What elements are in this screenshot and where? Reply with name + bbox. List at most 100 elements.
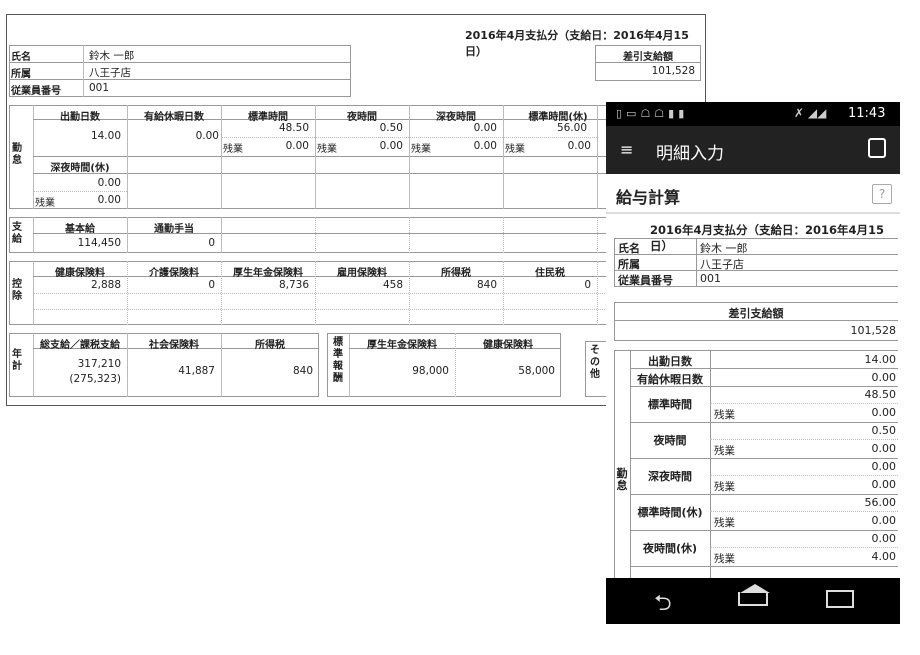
header-std-pension: 厚生年金保険料 [367,340,437,351]
signal-icon: ✗ ◢◢ [794,106,827,120]
annual-tax-value: 840 [292,365,313,377]
home-icon[interactable] [738,592,768,606]
header-holiday-standard-hours: 標準時間(休) [528,112,588,123]
header-std-health: 健康保険料 [483,340,533,351]
header-night-hours: 夜時間 [347,112,377,123]
header-employment-insurance: 雇用保険料 [337,268,387,279]
dept-value: 八王子店 [89,67,131,79]
recent-apps-icon[interactable] [826,590,854,608]
night-overtime-value: 0.00 [379,140,403,152]
header-income-tax: 所得税 [441,268,471,279]
base-salary-value: 114,450 [77,237,121,249]
print-icon[interactable] [868,138,886,158]
phone-row-ot: 0.00 [871,442,897,455]
resident-tax-value: 0 [584,279,591,291]
phone-row-ot: 0.00 [871,478,897,491]
header-pension-insurance: 厚生年金保険料 [233,268,303,279]
net-pay-label: 差引支給額 [623,52,673,63]
holiday-overtime-value: 0.00 [567,140,591,152]
attendance-section-label: 勤怠 [12,143,22,166]
help-icon[interactable]: ? [872,184,892,204]
phone-dept-value: 八王子店 [700,258,744,271]
header-paid-leave: 有給休暇日数 [144,112,204,123]
header-resident-tax: 住民税 [535,268,565,279]
status-bar: ▯▭☖☖▮▮ ✗ ◢◢ 11:43 [606,102,900,126]
navigation-bar: ⮌ [606,578,900,624]
phone-row-value: 0.00 [871,532,897,545]
phone-row-label: 標準時間 [648,398,692,411]
annual-social-value: 41,887 [178,365,215,377]
app-bar: ≡ 明細入力 [606,126,900,174]
holiday-late-night-overtime: 0.00 [97,194,121,206]
phone-row-ot: 4.00 [871,550,897,563]
phone-days-label: 出勤日数 [648,355,692,368]
phone-row-value: 56.00 [864,496,897,509]
phone-row-label: 標準時間(休) [637,506,703,519]
payment-section-label: 支給 [12,222,22,245]
annual-section-label: 年計 [12,349,22,372]
notification-icons: ▯▭☖☖▮▮ [616,107,689,120]
phone-dept-label: 所属 [618,258,640,271]
standard-remuneration-label: 標準報酬 [333,337,343,384]
header-standard-hours: 標準時間 [248,112,288,123]
menu-icon[interactable]: ≡ [620,140,633,159]
std-health-value: 58,000 [518,365,555,377]
phone-name-label: 氏名 [618,242,640,255]
header-social-insurance: 社会保険料 [149,340,199,351]
employment-insurance-value: 458 [382,279,403,291]
phone-attendance-label: 勤怠 [616,467,628,492]
name-value: 鈴木 一郎 [89,50,135,62]
phone-id-label: 従業員番号 [618,274,673,287]
standard-hours-value: 48.50 [278,122,309,134]
phone-row-label: 深夜時間 [648,470,692,483]
holiday-late-night-value: 0.00 [97,177,121,189]
desktop-payslip: 2016年4月支払分（支給日：2016年4月15日） 氏名 鈴木 一郎 所属 八… [6,14,706,406]
work-days-value: 14.00 [90,130,121,142]
annual-total-value: 317,210 [77,358,121,370]
phone-row-value: 0.00 [871,460,897,473]
late-night-overtime-value: 0.00 [473,140,497,152]
content-area: 給与計算 ? 2016年4月支払分（支給日：2016年4月15日） 氏名 鈴木 … [606,174,900,578]
phone-row-label: 夜時間 [653,434,687,447]
section-title: 給与計算 [616,188,681,207]
std-pension-value: 98,000 [412,365,449,377]
header-health-insurance: 健康保険料 [55,268,105,279]
phone-row-value: 0.50 [871,424,897,437]
income-tax-value: 840 [476,279,497,291]
phone-row-ot: 0.00 [871,406,897,419]
deduction-section-label: 控除 [12,279,22,302]
pension-insurance-value: 8,736 [278,279,309,291]
phone-row-ot: 0.00 [871,514,897,527]
employee-id-value: 001 [89,82,110,94]
annual-taxable-value: (275,323) [69,373,121,385]
care-insurance-value: 0 [208,279,215,291]
header-late-night-hours: 深夜時間 [436,112,476,123]
holiday-standard-hours-value: 56.00 [556,122,587,134]
late-night-hours-value: 0.00 [473,122,497,134]
phone-paid-label: 有給休暇日数 [637,373,703,386]
standard-overtime-value: 0.00 [285,140,309,152]
other-label: その他 [590,345,600,380]
name-label: 氏名 [11,52,31,63]
back-icon[interactable]: ⮌ [654,586,672,624]
header-care-insurance: 介護保険料 [149,268,199,279]
phone-net-value: 101,528 [850,324,897,337]
header-annual-income-tax: 所得税 [255,340,285,351]
header-base-salary: 基本給 [65,224,95,235]
health-insurance-value: 2,888 [90,279,121,291]
home-icon-roof [740,584,770,593]
header-work-days: 出勤日数 [60,112,100,123]
phone-id-value: 001 [700,272,721,285]
header-total-taxable: 総支給／課税支給 [40,340,120,351]
phone-name-value: 鈴木 一郎 [700,242,748,255]
status-time: 11:43 [848,106,886,121]
employee-id-label: 従業員番号 [11,86,61,97]
phone-row-value: 48.50 [864,388,897,401]
header-commute-allowance: 通勤手当 [154,224,194,235]
phone-row-label: 夜時間(休) [642,542,698,555]
net-pay-value: 101,528 [651,65,695,77]
app-title: 明細入力 [656,144,724,164]
phone-net-label: 差引支給額 [728,307,784,320]
phone-paid-value: 0.00 [871,371,897,384]
paid-leave-value: 0.00 [195,130,219,142]
